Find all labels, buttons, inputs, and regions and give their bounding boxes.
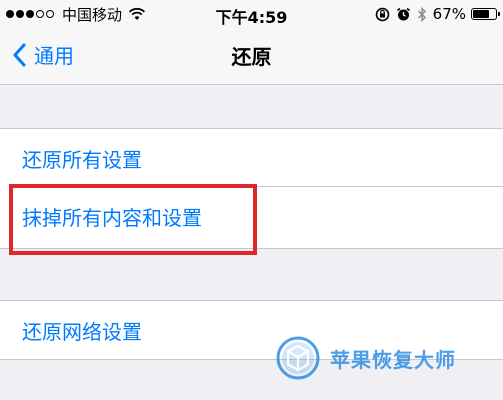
lock-rotation-icon bbox=[375, 7, 389, 21]
erase-all-content-label: 抹掉所有内容和设置 bbox=[22, 205, 202, 230]
status-bar: 中国移动 下午4:59 67% bbox=[0, 0, 503, 28]
alarm-icon bbox=[396, 7, 410, 20]
watermark: 苹果恢复大师 bbox=[276, 336, 456, 380]
bluetooth-icon bbox=[417, 6, 426, 22]
status-right: 67% bbox=[369, 4, 500, 24]
watermark-logo-icon bbox=[276, 336, 320, 380]
reset-network-settings-label: 还原网络设置 bbox=[22, 319, 142, 344]
reset-all-settings-button[interactable]: 还原所有设置 bbox=[0, 129, 503, 187]
battery-fill bbox=[473, 10, 490, 18]
erase-all-content-button[interactable]: 抹掉所有内容和设置 bbox=[0, 186, 503, 245]
watermark-text: 苹果恢复大师 bbox=[330, 347, 456, 372]
navigation-bar: 通用 还原 bbox=[0, 28, 503, 85]
battery-icon bbox=[471, 8, 500, 20]
reset-options-group: 还原所有设置 抹掉所有内容和设置 bbox=[0, 128, 503, 249]
battery-percent: 67% bbox=[432, 5, 466, 23]
page-title: 还原 bbox=[231, 45, 272, 69]
reset-all-settings-label: 还原所有设置 bbox=[22, 147, 142, 172]
